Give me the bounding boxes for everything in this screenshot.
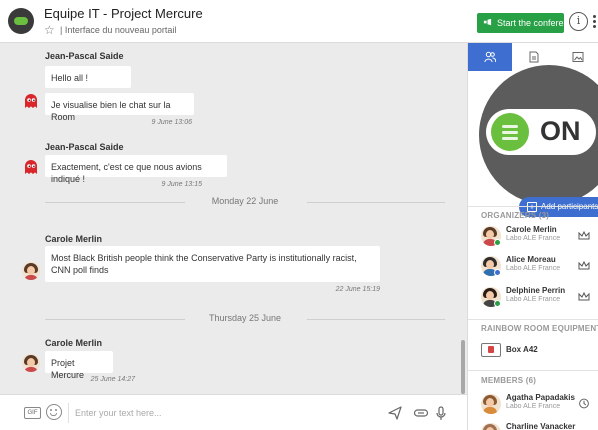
avatar	[22, 354, 40, 372]
emoji-icon[interactable]	[46, 404, 62, 420]
star-icon[interactable]: ☆	[44, 23, 55, 37]
microphone-icon[interactable]	[433, 405, 449, 421]
date-divider-label: Thursday 25 June	[200, 313, 290, 323]
document-icon	[529, 51, 539, 63]
avatar	[481, 394, 501, 414]
start-conference-button[interactable]: Start the conference	[477, 13, 564, 33]
tab-participants[interactable]	[468, 43, 512, 71]
member-org: Labo ALE France	[506, 403, 561, 410]
status-dot	[494, 269, 501, 276]
member-name: Alice Moreau	[506, 255, 556, 264]
member-name: Charline Vanacker	[506, 422, 576, 430]
message-timestamp: 9 June 13:15	[161, 181, 202, 188]
message-composer: GIF	[0, 394, 467, 430]
date-divider-label: Monday 22 June	[203, 196, 287, 206]
organizer-item[interactable]: Alice Moreau Labo ALE France	[468, 253, 598, 279]
room-avatar[interactable]	[8, 8, 34, 34]
members-section-title: MEMBERS (6)	[481, 376, 537, 385]
app-window: Equipe IT - Project Mercure ☆ | Interfac…	[0, 0, 598, 430]
member-name: Delphine Perrin	[506, 286, 566, 295]
on-toggle[interactable]: ON	[486, 109, 596, 155]
member-name: Agatha Papadakis	[506, 393, 575, 402]
message-bubble: Hello all !	[45, 66, 131, 88]
on-label: ON	[540, 116, 581, 146]
member-org: Labo ALE France	[506, 296, 561, 303]
equipment-section-title: RAINBOW ROOM EQUIPMENT	[481, 324, 598, 333]
participants-icon	[484, 51, 496, 63]
room-sidebar: ON + Add participants ORGANIZERS (3) Car…	[467, 43, 598, 430]
message-input[interactable]	[68, 403, 368, 423]
more-options-icon[interactable]	[592, 12, 598, 31]
message-sender: Jean-Pascal Saide	[45, 51, 124, 61]
date-divider: Monday 22 June	[45, 196, 445, 208]
message-bubble: Projet Mercure	[45, 351, 113, 380]
organizer-item[interactable]: Carole Merlin Labo ALE France	[468, 223, 598, 249]
room-device-icon	[481, 343, 501, 357]
send-icon[interactable]	[387, 405, 403, 421]
date-divider: Thursday 25 June	[45, 313, 445, 325]
chat-area: Jean-Pascal Saide Hello all ! Je visuali…	[0, 43, 467, 394]
message-bubble: Exactement, c'est ce que nous avions ind…	[45, 155, 227, 184]
message-sender: Jean-Pascal Saide	[45, 142, 124, 152]
info-button[interactable]: i	[569, 12, 588, 31]
crown-icon	[578, 291, 590, 301]
room-header: Equipe IT - Project Mercure ☆ | Interfac…	[0, 0, 598, 43]
room-subtitle: | Interface du nouveau portail	[60, 25, 177, 35]
avatar-ghost-icon	[25, 94, 37, 108]
member-org: Labo ALE France	[506, 265, 561, 272]
avatar-ghost-icon	[25, 160, 37, 174]
avatar	[481, 423, 501, 430]
avatar	[22, 262, 40, 280]
room-badge-icon	[14, 17, 28, 25]
message-text: Hello all !	[51, 73, 89, 83]
room-hero: ON + Add participants	[468, 65, 598, 217]
message-bubble: Je visualise bien le chat sur la Room	[45, 93, 194, 122]
start-conference-label: Start the conference	[497, 18, 564, 28]
crown-icon	[578, 260, 590, 270]
gif-button[interactable]: GIF	[24, 407, 41, 419]
member-org: Labo ALE France	[506, 235, 561, 242]
conference-icon	[483, 18, 492, 26]
image-icon	[572, 52, 584, 62]
toggle-knob-icon	[491, 113, 529, 151]
organizers-section-title: ORGANIZERS (3)	[481, 211, 550, 220]
message-sender: Carole Merlin	[45, 338, 103, 348]
chat-scrollbar[interactable]	[461, 340, 465, 394]
member-item[interactable]: Charline Vanacker	[468, 420, 598, 430]
status-dot	[494, 239, 501, 246]
attachment-icon[interactable]	[413, 405, 429, 421]
room-title: Equipe IT - Project Mercure	[44, 6, 203, 21]
message-timestamp: 9 June 13:06	[151, 119, 192, 126]
message-timestamp: 25 June 14:27	[90, 376, 135, 383]
message-text: Most Black British people think the Cons…	[51, 253, 357, 275]
clock-icon	[579, 398, 589, 409]
member-item[interactable]: Agatha Papadakis Labo ALE France	[468, 391, 598, 417]
crown-icon	[578, 230, 590, 240]
organizer-item[interactable]: Delphine Perrin Labo ALE France	[468, 284, 598, 310]
message-bubble: Most Black British people think the Cons…	[45, 246, 380, 282]
equipment-name[interactable]: Box A42	[506, 345, 538, 354]
message-sender: Carole Merlin	[45, 234, 103, 244]
message-timestamp: 22 June 15:19	[335, 286, 380, 293]
status-dot	[494, 300, 501, 307]
member-name: Carole Merlin	[506, 225, 557, 234]
